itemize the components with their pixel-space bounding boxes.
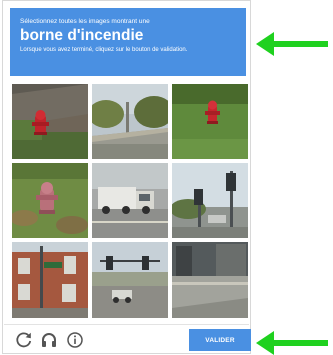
image-tile-7[interactable] bbox=[12, 242, 88, 318]
image-tile-8[interactable] bbox=[92, 242, 168, 318]
instruction-line: Lorsque vous avez terminé, cliquez sur l… bbox=[20, 47, 188, 53]
image-tile-2[interactable] bbox=[92, 84, 168, 159]
traffic-light-photo bbox=[172, 163, 248, 238]
captcha-widget: Sélectionnez toutes les images montrant … bbox=[2, 0, 251, 354]
image-tile-9[interactable] bbox=[172, 242, 248, 318]
captcha-footer: VALIDER bbox=[3, 325, 251, 355]
image-tile-4[interactable] bbox=[12, 163, 88, 238]
arrow-left-icon bbox=[256, 331, 330, 355]
hydrant-photo bbox=[172, 84, 248, 159]
image-tile-6[interactable] bbox=[172, 163, 248, 238]
image-grid bbox=[12, 84, 248, 318]
verify-button[interactable]: VALIDER bbox=[189, 329, 251, 351]
info-icon[interactable] bbox=[66, 331, 84, 349]
truck-photo bbox=[92, 163, 168, 238]
reload-icon[interactable] bbox=[15, 331, 33, 349]
image-tile-1[interactable] bbox=[12, 84, 88, 159]
captcha-header: Sélectionnez toutes les images montrant … bbox=[10, 8, 246, 76]
prompt-line: Sélectionnez toutes les images montrant … bbox=[20, 18, 150, 25]
street-photo bbox=[172, 242, 248, 318]
building-photo bbox=[12, 242, 88, 318]
road-photo bbox=[92, 84, 168, 159]
hydrant-photo bbox=[12, 84, 88, 159]
arrow-left-icon bbox=[256, 32, 330, 56]
hydrant-photo bbox=[12, 163, 88, 238]
target-object-label: borne d'incendie bbox=[20, 27, 144, 44]
headphones-icon[interactable] bbox=[40, 331, 58, 349]
traffic-light-photo bbox=[92, 242, 168, 318]
image-tile-5[interactable] bbox=[92, 163, 168, 238]
image-tile-3[interactable] bbox=[172, 84, 248, 159]
